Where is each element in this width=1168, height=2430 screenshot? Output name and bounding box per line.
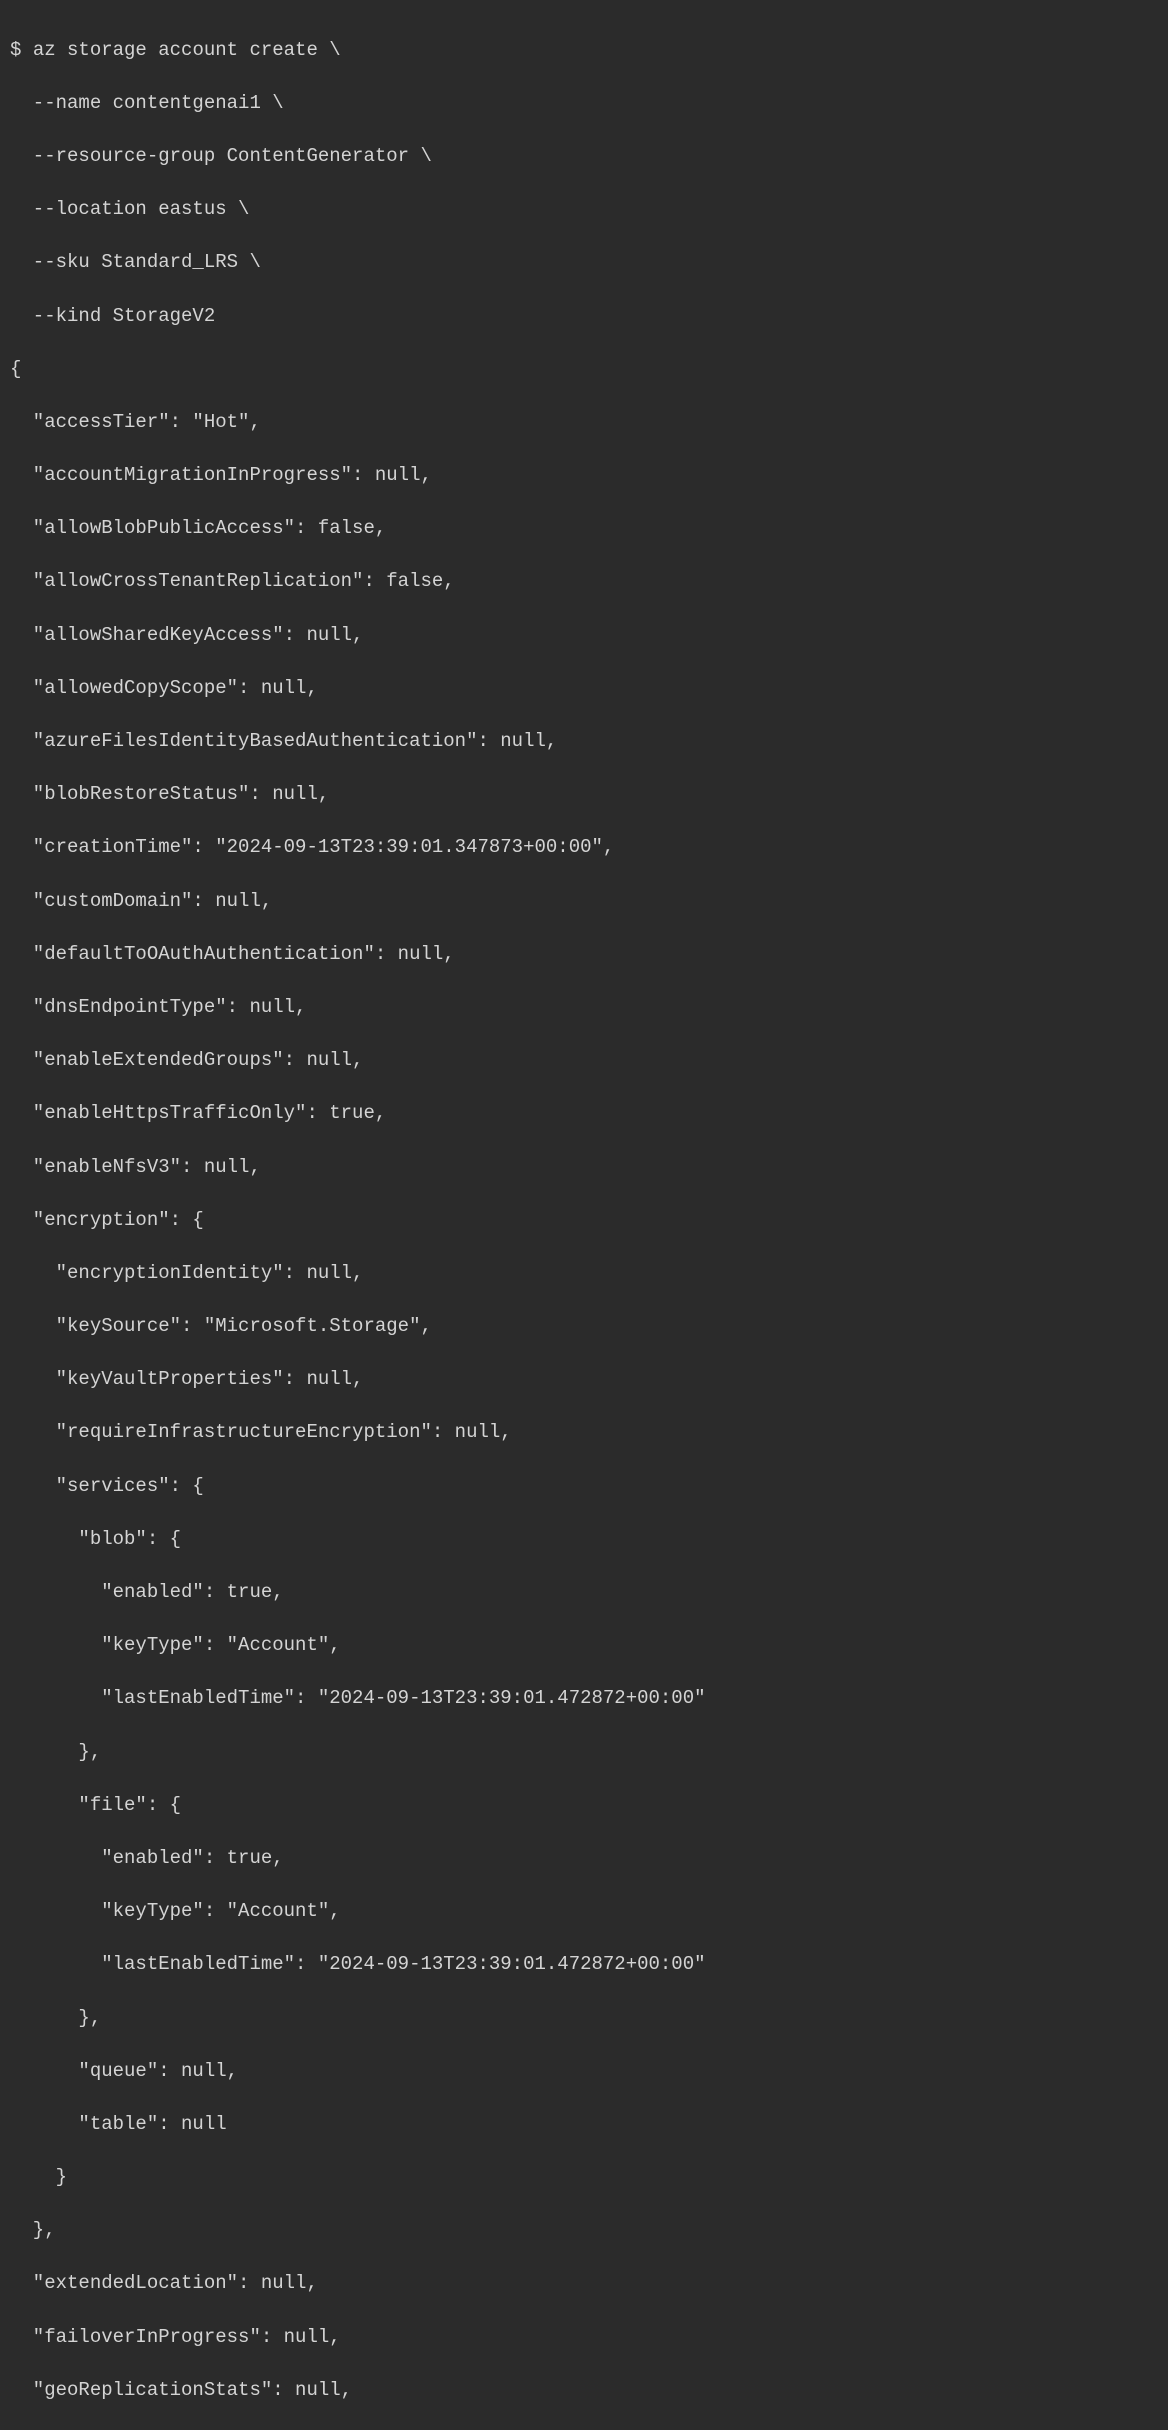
json-output-line: "allowedCopyScope": null,	[10, 675, 1168, 702]
command-line-3: --resource-group ContentGenerator \	[10, 143, 1168, 170]
json-output-line: "enableHttpsTrafficOnly": true,	[10, 1100, 1168, 1127]
json-output-line: "keyType": "Account",	[10, 1898, 1168, 1925]
command-line-2: --name contentgenai1 \	[10, 90, 1168, 117]
json-output-line: "extendedLocation": null,	[10, 2270, 1168, 2297]
json-output-line: "enabled": true,	[10, 1845, 1168, 1872]
json-output-line: "dnsEndpointType": null,	[10, 994, 1168, 1021]
json-output-line: "allowCrossTenantReplication": false,	[10, 568, 1168, 595]
json-output-line: "file": {	[10, 1792, 1168, 1819]
json-output-line: "services": {	[10, 1473, 1168, 1500]
json-output-line: "table": null	[10, 2111, 1168, 2138]
json-output-line: "enableNfsV3": null,	[10, 1154, 1168, 1181]
json-output-line: "requireInfrastructureEncryption": null,	[10, 1419, 1168, 1446]
terminal-output[interactable]: $ az storage account create \ --name con…	[10, 10, 1168, 2430]
json-output-line: {	[10, 356, 1168, 383]
json-output-line: "enabled": true,	[10, 1579, 1168, 1606]
json-output-line: "blobRestoreStatus": null,	[10, 781, 1168, 808]
command-line-6: --kind StorageV2	[10, 303, 1168, 330]
json-output-line: },	[10, 2005, 1168, 2032]
json-output-line: "accountMigrationInProgress": null,	[10, 462, 1168, 489]
command-line-5: --sku Standard_LRS \	[10, 249, 1168, 276]
json-output-line: "lastEnabledTime": "2024-09-13T23:39:01.…	[10, 1685, 1168, 1712]
json-output-line: "geoReplicationStats": null,	[10, 2377, 1168, 2404]
json-output-line: "encryptionIdentity": null,	[10, 1260, 1168, 1287]
json-output-line: },	[10, 1739, 1168, 1766]
command-line-1: az storage account create \	[33, 39, 341, 61]
json-output-line: "keyVaultProperties": null,	[10, 1366, 1168, 1393]
command-line-4: --location eastus \	[10, 196, 1168, 223]
json-output-line: "allowBlobPublicAccess": false,	[10, 515, 1168, 542]
json-output-line: "lastEnabledTime": "2024-09-13T23:39:01.…	[10, 1951, 1168, 1978]
shell-prompt: $	[10, 39, 33, 61]
json-output-line: },	[10, 2217, 1168, 2244]
json-output-line: "failoverInProgress": null,	[10, 2324, 1168, 2351]
json-output-line: "allowSharedKeyAccess": null,	[10, 622, 1168, 649]
json-output-line: "keySource": "Microsoft.Storage",	[10, 1313, 1168, 1340]
json-output-line: "accessTier": "Hot",	[10, 409, 1168, 436]
json-output-line: "azureFilesIdentityBasedAuthentication":…	[10, 728, 1168, 755]
json-output-line: "queue": null,	[10, 2058, 1168, 2085]
json-output-line: "creationTime": "2024-09-13T23:39:01.347…	[10, 834, 1168, 861]
json-output-line: "defaultToOAuthAuthentication": null,	[10, 941, 1168, 968]
json-output-line: "keyType": "Account",	[10, 1632, 1168, 1659]
json-output-line: "blob": {	[10, 1526, 1168, 1553]
json-output-line: "enableExtendedGroups": null,	[10, 1047, 1168, 1074]
json-output-line: "customDomain": null,	[10, 888, 1168, 915]
json-output-line: "encryption": {	[10, 1207, 1168, 1234]
json-output-line: }	[10, 2164, 1168, 2191]
